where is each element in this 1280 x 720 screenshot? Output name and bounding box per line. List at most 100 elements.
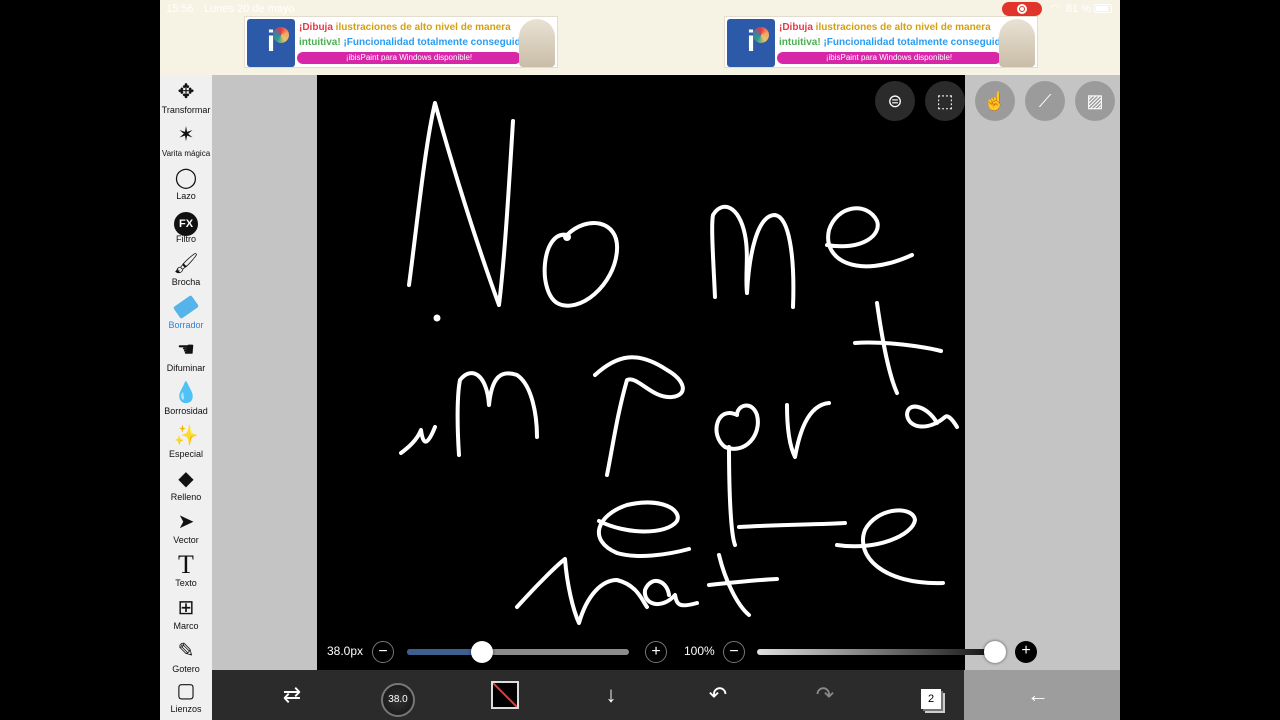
tool-label: Borrosidad (164, 406, 208, 416)
brush-icon: 🖌 (173, 253, 199, 275)
status-bar: 15:56 Lunes 20 de mayo ◠ 81 % (160, 0, 1120, 18)
layers-icon: 2 (921, 689, 941, 709)
ad-text: intuitiva! (779, 37, 824, 48)
move-down-button[interactable]: ↓ (586, 670, 636, 720)
tool-relleno[interactable]: ◆ Relleno (160, 466, 212, 508)
ad-text: ¡Funcionalidad totalmente conseguida! (823, 37, 1010, 48)
tool-label: Lazo (176, 191, 196, 201)
color-button[interactable] (480, 670, 530, 720)
brush-size-knob[interactable] (471, 641, 494, 663)
blur-drop-icon: 💧 (173, 382, 199, 404)
battery-percent: 81 % (1066, 3, 1092, 15)
ad-text: ¡Dibuja (779, 22, 816, 33)
tool-borrosidad[interactable]: 💧 Borrosidad (160, 380, 212, 422)
bottom-toolbar: ⇄ 38.0 ↓ ↶ ↷ 2 ← (212, 670, 1120, 720)
selection-button[interactable]: ⬚ (925, 81, 965, 121)
handwritten-strokes (399, 101, 959, 625)
ad-text: ¡Funcionalidad totalmente conseguida! (343, 37, 530, 48)
tool-transformar[interactable]: ✥ Transformar (160, 79, 212, 121)
tool-label: Especial (168, 449, 204, 459)
wifi-icon: ◠ (1050, 3, 1060, 15)
eyedropper-icon: ✎ (177, 640, 195, 662)
ibispaint-logo: i (727, 19, 775, 67)
tool-borrador[interactable]: Borrador (160, 294, 212, 336)
opacity-plus-button[interactable]: + (1015, 641, 1037, 663)
ad-text: ilustraciones de alto nivel de manera (815, 22, 991, 33)
plus-icon: + (1021, 642, 1031, 659)
plus-icon: + (651, 643, 661, 660)
canvas-icon: ▢ (176, 680, 196, 702)
opacity-minus-button[interactable]: − (723, 641, 745, 663)
tool-lienzos[interactable]: ▢ Lienzos (160, 678, 212, 720)
redo-button[interactable]: ↷ (800, 670, 850, 720)
ad-illustration (999, 19, 1035, 67)
brush-size-minus-button[interactable]: − (372, 641, 394, 663)
tool-marco[interactable]: ⊞ Marco (160, 595, 212, 637)
record-icon (1017, 4, 1027, 14)
redo-icon: ↷ (815, 682, 835, 707)
tool-label: Relleno (170, 492, 202, 502)
brush-size-slider[interactable] (407, 649, 629, 655)
tool-lazo[interactable]: ◯ Lazo (160, 165, 212, 207)
magic-wand-icon: ✶ (177, 124, 195, 146)
status-time: 15:56 (166, 3, 194, 15)
tool-sidebar: ✥ Transformar ✶ Varita mágica ◯ Lazo FX … (160, 75, 212, 720)
tool-label: Transformar (161, 105, 211, 115)
tool-varita-magica[interactable]: ✶ Varita mágica (160, 122, 212, 164)
reference-image-button[interactable]: ▨ (1075, 81, 1115, 121)
tool-difuminar[interactable]: ☚ Difuminar (160, 337, 212, 379)
brush-size-button[interactable]: 38.0 (373, 670, 423, 720)
arrow-left-icon: ← (1027, 682, 1049, 707)
lasso-icon: ◯ (174, 167, 198, 189)
opacity-slider[interactable] (757, 649, 995, 655)
tool-label: Filtro (176, 234, 196, 244)
tool-label: Vector (173, 535, 199, 545)
opacity-knob[interactable] (984, 641, 1006, 663)
text-icon: T (178, 550, 194, 579)
image-icon: ▨ (1086, 91, 1104, 111)
drawing-canvas[interactable]: ⊜ ⬚ (317, 75, 965, 670)
back-button[interactable]: ← (1013, 670, 1063, 720)
arrow-down-icon: ↓ (605, 682, 617, 707)
canvas-sliders: 38.0px − + 100% − + (317, 636, 1057, 668)
app-frame: i ¡Dibuja ilustraciones de alto nivel de… (160, 0, 1120, 720)
undo-icon: ↶ (708, 682, 728, 707)
ad-text: ilustraciones de alto nivel de manera (335, 22, 511, 33)
status-date: Lunes 20 de mayo (204, 3, 295, 15)
tool-gotero[interactable]: ✎ Gotero (160, 638, 212, 680)
ibispaint-logo: i (247, 19, 295, 67)
current-color-swatch (491, 681, 519, 709)
fill-icon: ◆ (178, 468, 194, 490)
sparkle-icon: ✨ (173, 425, 199, 447)
eraser-icon (160, 294, 212, 320)
swap-tool-button[interactable]: ⇄ (267, 670, 317, 720)
opacity-label: 100% (684, 644, 715, 658)
ad-cta[interactable]: ¡ibisPaint para Windows disponible! (777, 52, 1001, 64)
tool-vector[interactable]: ➤ Vector (160, 509, 212, 551)
ad-cta[interactable]: ¡ibisPaint para Windows disponible! (297, 52, 521, 64)
brush-size-plus-button[interactable]: + (645, 641, 667, 663)
ruler-button[interactable]: ⟋ (1025, 81, 1065, 121)
ad-illustration (519, 19, 555, 67)
tool-label: Difuminar (166, 363, 206, 373)
ad-text: intuitiva! (299, 37, 344, 48)
tool-texto[interactable]: T Texto (160, 552, 212, 594)
tool-label: Texto (175, 578, 197, 588)
screen-record-indicator[interactable] (1002, 2, 1042, 16)
undo-button[interactable]: ↶ (693, 670, 743, 720)
smudge-icon: ☚ (177, 339, 195, 361)
toggle-menu-button[interactable]: ⊜ (875, 81, 915, 121)
frame-icon: ⊞ (177, 597, 195, 619)
tool-brocha[interactable]: 🖌 Brocha (160, 251, 212, 293)
ad-banner-left[interactable]: i ¡Dibuja ilustraciones de alto nivel de… (244, 16, 558, 68)
layers-button[interactable]: 2 (906, 670, 956, 720)
touch-gesture-button[interactable]: ☝ (975, 81, 1015, 121)
tool-filtro[interactable]: FX Filtro (160, 208, 212, 250)
tool-label: Borrador (168, 320, 204, 330)
tool-label: Lienzos (170, 704, 202, 714)
canvas-area: ⊜ ⬚ ☝ ⟋ ▨ (212, 75, 1120, 670)
tool-especial[interactable]: ✨ Especial (160, 423, 212, 465)
brush-size-indicator: 38.0 (381, 683, 415, 717)
ad-banner-right[interactable]: i ¡Dibuja ilustraciones de alto nivel de… (724, 16, 1038, 68)
tool-label: Marco (173, 621, 199, 631)
